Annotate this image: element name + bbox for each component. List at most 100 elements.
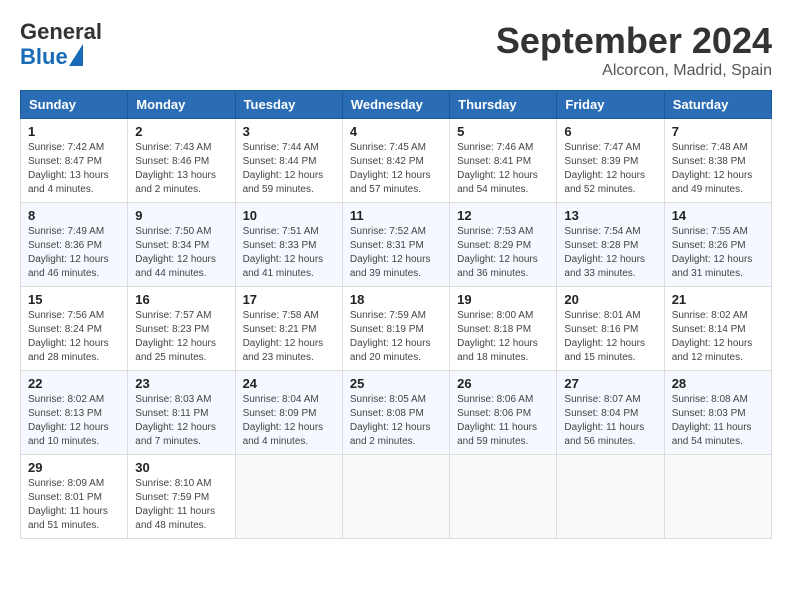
calendar-day-cell: 3 Sunrise: 7:44 AMSunset: 8:44 PMDayligh… — [235, 119, 342, 203]
day-number: 13 — [564, 208, 656, 223]
day-info: Sunrise: 7:52 AMSunset: 8:31 PMDaylight:… — [350, 225, 442, 281]
day-number: 10 — [243, 208, 335, 223]
calendar-table: Sunday Monday Tuesday Wednesday Thursday… — [20, 90, 772, 539]
month-title: September 2024 — [496, 20, 772, 62]
day-info: Sunrise: 7:54 AMSunset: 8:28 PMDaylight:… — [564, 225, 656, 281]
day-info: Sunrise: 8:09 AMSunset: 8:01 PMDaylight:… — [28, 477, 120, 533]
day-number: 3 — [243, 124, 335, 139]
calendar-day-cell: 29 Sunrise: 8:09 AMSunset: 8:01 PMDaylig… — [21, 455, 128, 539]
day-info: Sunrise: 7:56 AMSunset: 8:24 PMDaylight:… — [28, 309, 120, 365]
col-wednesday: Wednesday — [342, 91, 449, 119]
logo-blue: Blue — [20, 45, 68, 69]
day-number: 29 — [28, 460, 120, 475]
calendar-day-cell: 14 Sunrise: 7:55 AMSunset: 8:26 PMDaylig… — [664, 203, 771, 287]
day-info: Sunrise: 8:03 AMSunset: 8:11 PMDaylight:… — [135, 393, 227, 449]
day-number: 17 — [243, 292, 335, 307]
calendar-day-cell: 24 Sunrise: 8:04 AMSunset: 8:09 PMDaylig… — [235, 371, 342, 455]
calendar-day-cell: 21 Sunrise: 8:02 AMSunset: 8:14 PMDaylig… — [664, 287, 771, 371]
day-number: 30 — [135, 460, 227, 475]
day-number: 25 — [350, 376, 442, 391]
day-info: Sunrise: 7:42 AMSunset: 8:47 PMDaylight:… — [28, 141, 120, 197]
calendar-week-row: 29 Sunrise: 8:09 AMSunset: 8:01 PMDaylig… — [21, 455, 772, 539]
day-number: 1 — [28, 124, 120, 139]
day-info: Sunrise: 7:43 AMSunset: 8:46 PMDaylight:… — [135, 141, 227, 197]
day-info: Sunrise: 8:00 AMSunset: 8:18 PMDaylight:… — [457, 309, 549, 365]
day-info: Sunrise: 7:48 AMSunset: 8:38 PMDaylight:… — [672, 141, 764, 197]
day-number: 7 — [672, 124, 764, 139]
day-number: 24 — [243, 376, 335, 391]
day-info: Sunrise: 8:02 AMSunset: 8:14 PMDaylight:… — [672, 309, 764, 365]
day-number: 2 — [135, 124, 227, 139]
col-thursday: Thursday — [450, 91, 557, 119]
calendar-day-cell: 1 Sunrise: 7:42 AMSunset: 8:47 PMDayligh… — [21, 119, 128, 203]
calendar-week-row: 15 Sunrise: 7:56 AMSunset: 8:24 PMDaylig… — [21, 287, 772, 371]
calendar-day-cell: 20 Sunrise: 8:01 AMSunset: 8:16 PMDaylig… — [557, 287, 664, 371]
day-number: 26 — [457, 376, 549, 391]
day-info: Sunrise: 7:49 AMSunset: 8:36 PMDaylight:… — [28, 225, 120, 281]
day-number: 27 — [564, 376, 656, 391]
calendar-day-cell: 9 Sunrise: 7:50 AMSunset: 8:34 PMDayligh… — [128, 203, 235, 287]
day-info: Sunrise: 8:10 AMSunset: 7:59 PMDaylight:… — [135, 477, 227, 533]
day-number: 28 — [672, 376, 764, 391]
day-number: 8 — [28, 208, 120, 223]
calendar-day-cell: 27 Sunrise: 8:07 AMSunset: 8:04 PMDaylig… — [557, 371, 664, 455]
calendar-day-cell: 10 Sunrise: 7:51 AMSunset: 8:33 PMDaylig… — [235, 203, 342, 287]
day-number: 18 — [350, 292, 442, 307]
day-info: Sunrise: 7:51 AMSunset: 8:33 PMDaylight:… — [243, 225, 335, 281]
day-info: Sunrise: 8:07 AMSunset: 8:04 PMDaylight:… — [564, 393, 656, 449]
calendar-day-cell: 15 Sunrise: 7:56 AMSunset: 8:24 PMDaylig… — [21, 287, 128, 371]
calendar-day-cell: 11 Sunrise: 7:52 AMSunset: 8:31 PMDaylig… — [342, 203, 449, 287]
calendar-day-cell: 4 Sunrise: 7:45 AMSunset: 8:42 PMDayligh… — [342, 119, 449, 203]
calendar-day-cell — [557, 455, 664, 539]
col-monday: Monday — [128, 91, 235, 119]
day-info: Sunrise: 7:45 AMSunset: 8:42 PMDaylight:… — [350, 141, 442, 197]
calendar-day-cell — [342, 455, 449, 539]
calendar-header-row: Sunday Monday Tuesday Wednesday Thursday… — [21, 91, 772, 119]
day-info: Sunrise: 7:59 AMSunset: 8:19 PMDaylight:… — [350, 309, 442, 365]
day-number: 22 — [28, 376, 120, 391]
calendar-week-row: 22 Sunrise: 8:02 AMSunset: 8:13 PMDaylig… — [21, 371, 772, 455]
day-info: Sunrise: 7:46 AMSunset: 8:41 PMDaylight:… — [457, 141, 549, 197]
day-info: Sunrise: 8:08 AMSunset: 8:03 PMDaylight:… — [672, 393, 764, 449]
day-info: Sunrise: 8:02 AMSunset: 8:13 PMDaylight:… — [28, 393, 120, 449]
day-number: 11 — [350, 208, 442, 223]
logo: General Blue — [20, 20, 102, 69]
day-number: 19 — [457, 292, 549, 307]
calendar-day-cell: 26 Sunrise: 8:06 AMSunset: 8:06 PMDaylig… — [450, 371, 557, 455]
day-info: Sunrise: 8:06 AMSunset: 8:06 PMDaylight:… — [457, 393, 549, 449]
calendar-day-cell: 22 Sunrise: 8:02 AMSunset: 8:13 PMDaylig… — [21, 371, 128, 455]
day-info: Sunrise: 8:01 AMSunset: 8:16 PMDaylight:… — [564, 309, 656, 365]
day-number: 15 — [28, 292, 120, 307]
calendar-day-cell: 28 Sunrise: 8:08 AMSunset: 8:03 PMDaylig… — [664, 371, 771, 455]
calendar-day-cell: 13 Sunrise: 7:54 AMSunset: 8:28 PMDaylig… — [557, 203, 664, 287]
page-header: General Blue September 2024 Alcorcon, Ma… — [20, 20, 772, 80]
day-info: Sunrise: 8:05 AMSunset: 8:08 PMDaylight:… — [350, 393, 442, 449]
calendar-day-cell — [664, 455, 771, 539]
logo-arrow-icon — [69, 44, 83, 66]
day-number: 14 — [672, 208, 764, 223]
day-number: 20 — [564, 292, 656, 307]
day-number: 5 — [457, 124, 549, 139]
day-number: 6 — [564, 124, 656, 139]
day-number: 23 — [135, 376, 227, 391]
calendar-day-cell: 25 Sunrise: 8:05 AMSunset: 8:08 PMDaylig… — [342, 371, 449, 455]
calendar-day-cell — [235, 455, 342, 539]
day-number: 4 — [350, 124, 442, 139]
col-saturday: Saturday — [664, 91, 771, 119]
logo-general: General — [20, 20, 102, 44]
calendar-day-cell: 17 Sunrise: 7:58 AMSunset: 8:21 PMDaylig… — [235, 287, 342, 371]
logo-text: General Blue — [20, 20, 102, 69]
calendar-day-cell: 18 Sunrise: 7:59 AMSunset: 8:19 PMDaylig… — [342, 287, 449, 371]
day-number: 16 — [135, 292, 227, 307]
calendar-day-cell: 23 Sunrise: 8:03 AMSunset: 8:11 PMDaylig… — [128, 371, 235, 455]
day-info: Sunrise: 7:58 AMSunset: 8:21 PMDaylight:… — [243, 309, 335, 365]
location: Alcorcon, Madrid, Spain — [496, 62, 772, 80]
calendar-week-row: 8 Sunrise: 7:49 AMSunset: 8:36 PMDayligh… — [21, 203, 772, 287]
col-sunday: Sunday — [21, 91, 128, 119]
calendar-day-cell: 2 Sunrise: 7:43 AMSunset: 8:46 PMDayligh… — [128, 119, 235, 203]
calendar-day-cell: 7 Sunrise: 7:48 AMSunset: 8:38 PMDayligh… — [664, 119, 771, 203]
day-info: Sunrise: 7:47 AMSunset: 8:39 PMDaylight:… — [564, 141, 656, 197]
day-info: Sunrise: 7:55 AMSunset: 8:26 PMDaylight:… — [672, 225, 764, 281]
calendar-day-cell: 12 Sunrise: 7:53 AMSunset: 8:29 PMDaylig… — [450, 203, 557, 287]
title-section: September 2024 Alcorcon, Madrid, Spain — [496, 20, 772, 80]
